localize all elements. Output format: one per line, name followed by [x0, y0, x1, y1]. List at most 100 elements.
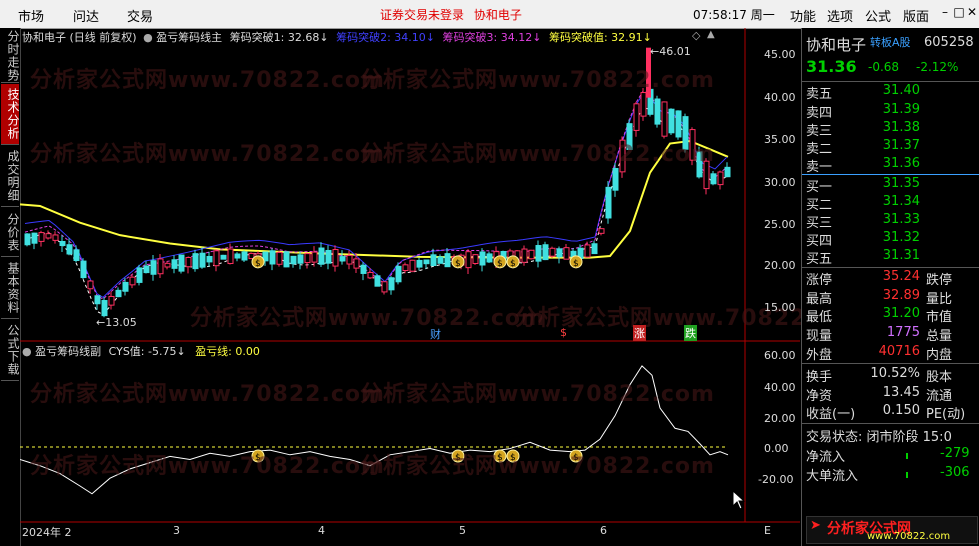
candle-body [297, 254, 304, 264]
y-tick: 30.00 [764, 176, 796, 189]
stat-right-label: 股本 [926, 370, 953, 385]
candle-body [101, 300, 108, 317]
menu-options[interactable]: 选项 [827, 6, 853, 25]
indicator-dot-icon[interactable]: ● [143, 31, 153, 44]
dollar-marker[interactable]: $ [560, 326, 567, 339]
ask-row[interactable]: 卖三 31.38 [806, 120, 978, 139]
candle-body [234, 253, 241, 259]
close-icon[interactable]: ✕ [965, 5, 979, 19]
candle-body [402, 264, 409, 272]
last-price: 31.36 [806, 57, 857, 76]
net-inflow-bar [906, 453, 908, 459]
tab-intraday[interactable]: 分时走势 [1, 30, 20, 83]
limit-down-marker[interactable]: 跌 [684, 325, 697, 341]
bid-row[interactable]: 买一 31.35 [806, 176, 978, 195]
stat-label: 净资 [806, 389, 833, 404]
ask-price: 31.36 [882, 156, 920, 171]
bid-label: 买三 [806, 216, 833, 231]
menu-layout[interactable]: 版面 [903, 6, 929, 25]
limit-up-marker[interactable]: 涨 [633, 325, 646, 341]
login-text[interactable]: 证券交易未登录 [380, 8, 464, 22]
candle-body [696, 151, 703, 178]
stat-label: 涨停 [806, 273, 833, 288]
chart-canvas[interactable]: $ $ $ $ $ $ $ $ $ $ [20, 28, 800, 544]
candle-body [283, 251, 290, 268]
indicator-name[interactable]: 盈亏筹码线主 [156, 31, 222, 44]
ask-row[interactable]: 卖二 31.37 [806, 138, 978, 157]
bid-row[interactable]: 买三 31.33 [806, 212, 978, 231]
sub-indicator-name[interactable]: 盈亏筹码线副 [35, 345, 101, 358]
board-badge: 转板A股 [870, 36, 911, 49]
ask-price: 31.38 [882, 120, 920, 135]
ask-row[interactable]: 卖五 31.40 [806, 83, 978, 102]
earnings-marker[interactable]: 财 [430, 326, 441, 342]
dollar-icon: $ [255, 259, 261, 269]
bid-row[interactable]: 买五 31.31 [806, 248, 978, 267]
tab-price-table[interactable]: 分价表 [1, 208, 20, 257]
candle-body [304, 253, 311, 264]
login-status[interactable]: 证券交易未登录 协和电子 [380, 6, 522, 23]
candle-body [108, 295, 115, 306]
candle-body [465, 251, 472, 269]
tab-profile[interactable]: 基本资料 [1, 258, 20, 319]
site-logo[interactable]: ➤ 分析家公式网 www.70822.com [806, 516, 978, 544]
menu-market[interactable]: 市场 [18, 6, 44, 25]
candle-body [444, 253, 451, 268]
candle-body [73, 249, 80, 262]
dollar-icon: $ [497, 259, 503, 269]
indicator-dot-icon[interactable]: ● [22, 345, 32, 358]
ask-price: 31.37 [882, 138, 920, 153]
chart-area[interactable]: $ $ $ $ $ $ $ $ $ $ 分析家公式网www.70822.com 分析家公式网ww… [20, 28, 869, 544]
ask-label: 卖一 [806, 160, 833, 175]
sub-chart-info: ● 盈亏筹码线副 CYS值: -5.75↓ 盈亏线: 0.00 [22, 343, 260, 359]
stat-value: 32.89 [882, 288, 920, 303]
candle-body [437, 256, 444, 264]
diamond-icon[interactable]: ◇ [692, 29, 700, 42]
candle-body [717, 171, 724, 186]
break3-line [24, 90, 728, 300]
ask-row[interactable]: 卖一 31.36 [806, 156, 978, 175]
stat-row: 外盘 40716 内盘 [806, 344, 978, 363]
chart-title[interactable]: 协和电子 (日线 前复权) [22, 31, 137, 44]
ask-row[interactable]: 卖四 31.39 [806, 102, 978, 121]
dollar-icon: $ [455, 259, 461, 269]
candle-body [332, 249, 339, 267]
bid-row[interactable]: 买二 31.34 [806, 194, 978, 213]
collapse-icon[interactable]: ▲ [707, 29, 715, 40]
bid-price: 31.31 [882, 248, 920, 263]
candle-body [598, 228, 605, 234]
candle-body [682, 116, 689, 150]
candle-body [178, 254, 185, 272]
bid-price: 31.34 [882, 194, 920, 209]
menu-trade[interactable]: 交易 [127, 6, 153, 25]
candle-body [528, 249, 535, 260]
dollar-icon: $ [497, 453, 503, 463]
low-label: ←13.05 [96, 316, 137, 329]
tab-trade-detail[interactable]: 成交明细 [1, 146, 20, 207]
tab-technical[interactable]: 技术分析 [1, 84, 20, 145]
stat-right-label: 量比 [926, 292, 953, 307]
bid-row[interactable]: 买四 31.32 [806, 230, 978, 249]
minimize-icon[interactable]: – [938, 5, 952, 19]
candle-body [150, 260, 157, 275]
left-tabs: 分时走势 技术分析 成交明细 分价表 基本资料 公式下载 [0, 28, 21, 546]
candle-body [59, 240, 66, 247]
candle-body [122, 281, 129, 292]
price-change: -0.68 [868, 60, 900, 74]
maximize-icon[interactable]: □ [952, 5, 966, 19]
menu-wenda[interactable]: 问达 [73, 6, 99, 25]
stat-label: 换手 [806, 370, 833, 385]
stat-row: 净资 13.45 流通 [806, 385, 978, 404]
candle-body [563, 247, 570, 260]
net-inflow-label: 净流入 [806, 450, 846, 465]
stat-row: 换手 10.52% 股本 [806, 366, 978, 385]
menu-formula[interactable]: 公式 [865, 6, 891, 25]
tab-formula-download[interactable]: 公式下载 [1, 320, 20, 381]
candle-body [45, 233, 52, 239]
candle-body [360, 264, 367, 274]
ask-label: 卖五 [806, 87, 833, 102]
dollar-icon: $ [510, 259, 516, 269]
candle-body [591, 243, 598, 255]
dollar-icon: $ [573, 259, 579, 269]
menu-function[interactable]: 功能 [790, 6, 816, 25]
